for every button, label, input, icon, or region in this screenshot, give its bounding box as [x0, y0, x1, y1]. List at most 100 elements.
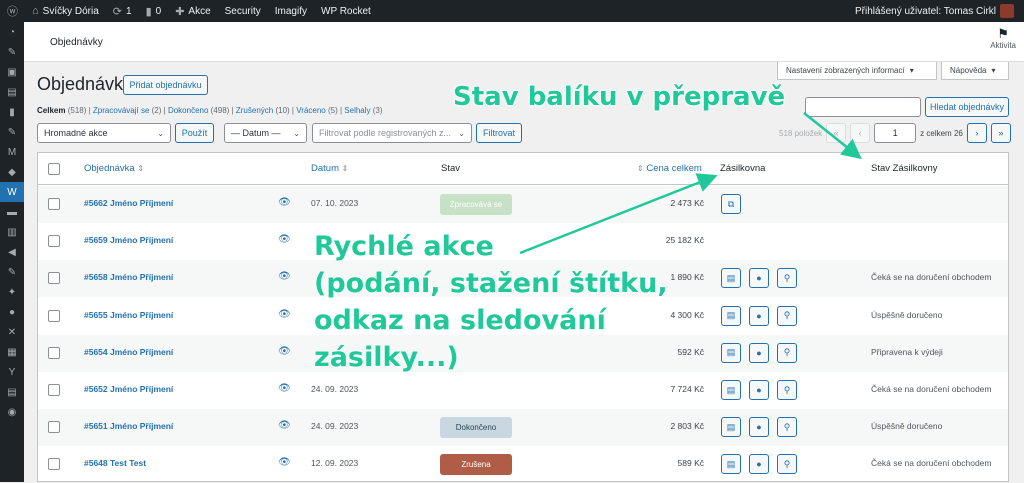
eye-icon[interactable]: 👁 — [278, 271, 291, 282]
posts-icon[interactable]: ✎ — [0, 42, 24, 62]
eye-icon[interactable]: 👁 — [278, 234, 291, 245]
tracking-button[interactable]: ⚲ — [777, 417, 797, 438]
marketing-icon[interactable]: ◀ — [0, 242, 24, 262]
table-row[interactable]: #5652 Jméno Příjmení 👁 24. 09. 2023 7 724 K… — [38, 372, 1008, 409]
filter-cancelled[interactable]: Zrušených — [236, 106, 273, 115]
submit-packet-button[interactable]: ● — [749, 342, 769, 363]
new-content-link[interactable]: ✚ Akce — [168, 0, 217, 22]
order-link[interactable]: #5652 Jméno Příjmení — [84, 384, 173, 394]
tools-icon[interactable]: ✕ — [0, 322, 24, 342]
submit-packet-button[interactable]: ● — [749, 305, 769, 326]
row-checkbox[interactable] — [48, 384, 60, 396]
wordpress-logo[interactable]: ⓦ — [0, 0, 25, 22]
activity-button[interactable]: ⚑ Aktivita — [990, 27, 1016, 51]
label-download-button[interactable]: ▤ — [721, 268, 741, 289]
comments-icon[interactable]: ▮ — [0, 102, 24, 122]
search-orders-button[interactable]: Hledat objednávky — [925, 97, 1009, 117]
submit-packet-button[interactable]: ● — [749, 454, 769, 475]
site-name-link[interactable]: ⌂ Svíčky Dória — [25, 0, 106, 22]
select-all-checkbox[interactable] — [48, 163, 60, 175]
filter-all[interactable]: Celkem — [37, 106, 65, 115]
submit-packet-button[interactable]: ● — [749, 268, 769, 289]
apply-button[interactable]: Použít — [175, 123, 214, 143]
order-link[interactable]: #5651 Jméno Příjmení — [84, 421, 173, 431]
submit-packet-button[interactable]: ● — [749, 417, 769, 438]
order-link[interactable]: #5648 Test Test — [84, 458, 146, 468]
tracking-button[interactable]: ⚲ — [777, 380, 797, 400]
tracking-button[interactable]: ⚲ — [777, 268, 797, 289]
label-download-button[interactable]: ▤ — [721, 417, 741, 438]
media-icon[interactable]: ▣ — [0, 62, 24, 82]
order-link[interactable]: #5655 Jméno Příjmení — [84, 310, 173, 320]
label-download-button[interactable]: ▤ — [721, 342, 741, 363]
eye-icon[interactable]: 👁 — [278, 383, 291, 394]
eye-icon[interactable]: 👁 — [278, 420, 291, 431]
products-icon[interactable]: ▬ — [0, 202, 24, 222]
help-button[interactable]: Nápověda ▾ — [941, 62, 1009, 80]
tracking-button[interactable]: ⚲ — [777, 454, 797, 475]
screen-options-button[interactable]: Nastavení zobrazených informací ▾ — [777, 62, 937, 80]
theme-icon[interactable]: ◉ — [0, 402, 24, 422]
current-page-input[interactable]: 1 — [874, 123, 917, 143]
row-checkbox[interactable] — [48, 235, 60, 248]
settings-icon[interactable]: ▦ — [0, 342, 24, 362]
row-checkbox[interactable] — [48, 346, 60, 359]
table-row[interactable]: #5648 Test Test 👁 12. 09. 2023 Zrušena 589 K… — [38, 446, 1008, 483]
row-checkbox[interactable] — [48, 421, 60, 434]
tracking-button[interactable]: ⚲ — [777, 342, 797, 363]
appearance-icon[interactable]: ✎ — [0, 262, 24, 282]
analytics-icon[interactable]: ▥ — [0, 222, 24, 242]
external-link-button[interactable]: ⧉ — [721, 194, 741, 214]
wp-rocket-link[interactable]: WP Rocket — [314, 0, 378, 22]
my-account[interactable]: Přihlášený uživatel: Tomas Cirkl — [855, 4, 1024, 18]
last-page-button[interactable]: » — [990, 123, 1011, 143]
row-checkbox[interactable] — [48, 458, 60, 471]
security-icon[interactable]: ◆ — [0, 162, 24, 182]
label-download-button[interactable]: ▤ — [721, 454, 741, 475]
row-checkbox[interactable] — [48, 198, 60, 210]
order-link[interactable]: #5659 Jméno Příjmení — [84, 235, 173, 245]
yoast-icon[interactable]: Y — [0, 362, 24, 382]
bulk-actions-select[interactable]: Hromadné akce ⌄ — [37, 123, 171, 143]
filter-refunded[interactable]: Vráceno — [296, 106, 326, 115]
eye-icon[interactable]: 👁 — [278, 346, 291, 357]
layers-icon[interactable]: ▤ — [0, 382, 24, 402]
order-link[interactable]: #5658 Jméno Příjmení — [84, 272, 173, 282]
filter-processing[interactable]: Zpracovávají se — [93, 106, 149, 115]
m-icon[interactable]: M — [0, 142, 24, 162]
label-download-button[interactable]: ▤ — [721, 380, 741, 400]
comments-link[interactable]: ▮ 0 — [139, 0, 169, 22]
table-row[interactable]: #5662 Jméno Příjmení 👁 07. 10. 2023 Zpracov… — [38, 186, 1008, 223]
order-link[interactable]: #5662 Jméno Příjmení — [84, 198, 173, 208]
date-filter-select[interactable]: — Datum — ⌄ — [224, 123, 307, 143]
woocommerce-icon[interactable]: W — [0, 182, 24, 202]
tracking-button[interactable]: ⚲ — [777, 305, 797, 326]
pin-icon[interactable]: ✎ — [0, 122, 24, 142]
row-checkbox[interactable] — [48, 272, 60, 285]
next-page-button[interactable]: › — [966, 123, 987, 143]
eye-icon[interactable]: 👁 — [278, 197, 291, 208]
table-row[interactable]: #5651 Jméno Příjmení 👁 24. 09. 2023 Dokonče… — [38, 409, 1008, 447]
column-order[interactable]: Objednávka ⇕ — [84, 163, 144, 174]
column-total[interactable]: ⇕ Cena celkem — [637, 163, 702, 174]
column-date[interactable]: Datum ⇕ — [311, 163, 348, 174]
pages-icon[interactable]: ▤ — [0, 82, 24, 102]
add-order-button[interactable]: Přidat objednávku — [123, 75, 208, 95]
eye-icon[interactable]: 👁 — [278, 309, 291, 320]
search-input[interactable] — [805, 97, 921, 117]
plugins-icon[interactable]: ✦ — [0, 282, 24, 302]
filter-failed[interactable]: Selhaly — [344, 106, 370, 115]
security-link[interactable]: Security — [218, 0, 268, 22]
imagify-link[interactable]: Imagify — [268, 0, 314, 22]
customer-filter-select[interactable]: Filtrovat podle registrovaných z... ⌄ — [312, 123, 472, 143]
dashboard-icon[interactable]: ◔ — [0, 22, 24, 42]
eye-icon[interactable]: 👁 — [278, 457, 291, 468]
order-link[interactable]: #5654 Jméno Příjmení — [84, 347, 173, 357]
updates-link[interactable]: ⟳ 1 — [106, 0, 139, 22]
users-icon[interactable]: ● — [0, 302, 24, 322]
row-checkbox[interactable] — [48, 309, 60, 322]
filter-completed[interactable]: Dokončeno — [168, 106, 208, 115]
label-download-button[interactable]: ▤ — [721, 305, 741, 326]
submit-packet-button[interactable]: ● — [749, 380, 769, 400]
filter-button[interactable]: Filtrovat — [476, 123, 522, 143]
